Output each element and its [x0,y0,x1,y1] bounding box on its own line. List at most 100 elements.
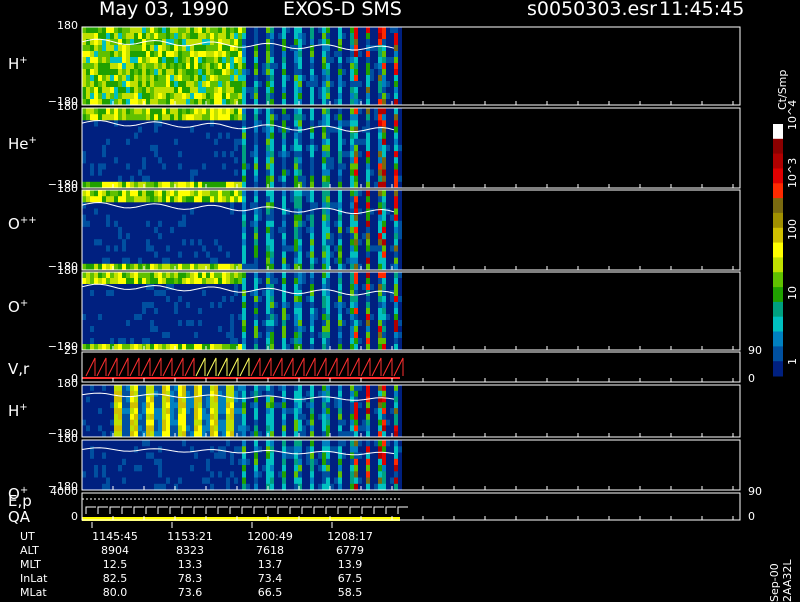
spectro-cell [366,93,370,100]
spectro-cell [382,214,386,222]
spectro-cell [350,263,354,271]
spectro-cell [106,163,110,171]
spectro-cell [250,239,254,246]
spectro-cell [298,314,302,321]
spectro-cell [370,425,374,432]
spectro-cell [346,144,350,152]
spectro-cell [390,81,394,88]
spectro-cell [154,214,158,222]
spectro-cell [218,326,222,333]
spectro-cell [150,302,154,309]
spectro-cell [182,284,186,291]
spectro-cell [366,151,370,158]
spectro-cell [362,233,366,240]
spectro-cell [198,169,202,177]
spectro-cell [398,138,402,146]
spectro-cell [346,220,350,228]
spectro-cell [246,169,250,177]
spectro-cell [142,272,146,279]
spectro-cell [154,425,158,432]
spectro-cell [354,138,358,146]
spectro-cell [278,69,282,76]
spectro-cell [326,126,330,134]
spectro-cell [330,272,334,279]
spectro-cell [210,132,214,140]
spectro-cell [182,33,186,40]
spectro-cell [230,87,234,94]
spectro-cell [234,233,238,240]
spectro-cell [310,413,314,421]
spectro-cell [178,81,182,88]
spectro-cell [326,175,330,183]
spectro-cell [82,385,86,392]
spectro-cell [282,251,286,259]
spectro-cell [130,87,134,94]
spectro-cell [382,108,386,115]
spectro-cell [222,69,226,76]
spectro-cell [338,181,342,189]
spectro-cell [330,138,334,146]
spectro-cell [326,302,330,309]
spectro-cell [302,425,306,432]
spectro-cell [206,408,210,415]
spectro-cell [86,114,90,121]
spectro-cell [302,338,306,345]
spectro-cell [262,239,266,246]
spectro-cell [170,296,174,303]
spectro-cell [266,408,270,415]
spectro-cell [286,202,290,209]
spectro-cell [154,132,158,140]
spectro-cell [274,332,278,339]
spectro-cell [206,108,210,115]
spectro-cell [218,81,222,88]
spectro-cell [94,87,98,94]
spectro-cell [126,45,130,52]
spectro-cell [370,138,374,146]
spectro-cell [130,190,134,197]
spectro-cell [122,413,126,421]
spectro-cell [358,108,362,115]
spectro-cell [330,278,334,285]
spectro-cell [354,144,358,152]
spectro-cell [118,169,122,177]
spectro-cell [198,245,202,253]
spectro-cell [178,408,182,415]
spectro-cell [162,272,166,279]
spectro-cell [314,320,318,327]
spectro-cell [226,263,230,271]
spectro-cell [238,87,242,94]
spectro-cell [270,425,274,432]
spectro-cell [310,385,314,392]
spectro-cell [234,132,238,140]
spectro-cell [394,314,398,321]
spectro-cell [274,108,278,115]
spectro-cell [310,284,314,291]
spectro-cell [330,151,334,158]
spectro-cell [214,257,218,265]
spectro-cell [94,45,98,52]
spectro-cell [130,320,134,327]
spectro-cell [86,446,90,454]
spectro-cell [238,81,242,88]
spectro-cell [246,332,250,339]
spectro-cell [190,245,194,253]
spectro-cell [166,257,170,265]
spectro-cell [102,151,106,158]
spectro-cell [330,332,334,339]
spectro-cell [290,396,294,403]
spectro-cell [326,245,330,253]
spectro-cell [350,296,354,303]
spectro-cell [130,245,134,253]
spectro-cell [154,226,158,234]
spectro-cell [154,114,158,121]
spectro-cell [106,208,110,216]
spectro-cell [290,385,294,392]
spectro-cell [286,425,290,432]
spectro-cell [194,425,198,432]
spectro-cell [298,144,302,152]
spectro-cell [82,208,86,216]
spectro-cell [262,302,266,309]
spectro-cell [370,39,374,46]
spectro-cell [270,63,274,70]
spectro-cell [166,196,170,203]
